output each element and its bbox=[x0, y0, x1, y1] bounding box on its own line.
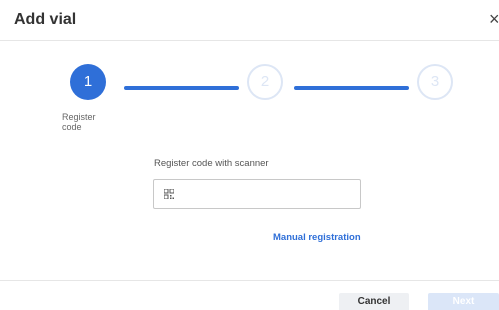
step-3-circle: 3 bbox=[417, 64, 453, 100]
dialog-header: Add vial × bbox=[0, 0, 499, 41]
next-button[interactable]: Next bbox=[428, 293, 499, 310]
dialog-title: Add vial bbox=[14, 11, 77, 28]
scanner-field[interactable] bbox=[153, 179, 361, 209]
step-1-label: Register code bbox=[62, 112, 96, 132]
step-connector-2 bbox=[294, 86, 409, 90]
footer-divider bbox=[0, 280, 499, 281]
scanner-field-label: Register code with scanner bbox=[154, 158, 269, 169]
add-vial-dialog: Add vial × 1 2 3 Register code Register … bbox=[0, 0, 499, 310]
qr-code-icon bbox=[164, 189, 174, 199]
scanner-input[interactable] bbox=[180, 184, 356, 204]
manual-registration-link[interactable]: Manual registration bbox=[273, 232, 361, 243]
step-connector-1 bbox=[124, 86, 239, 90]
cancel-button[interactable]: Cancel bbox=[339, 293, 409, 310]
close-icon[interactable]: × bbox=[489, 9, 499, 29]
step-2-circle: 2 bbox=[247, 64, 283, 100]
step-1-circle: 1 bbox=[70, 64, 106, 100]
